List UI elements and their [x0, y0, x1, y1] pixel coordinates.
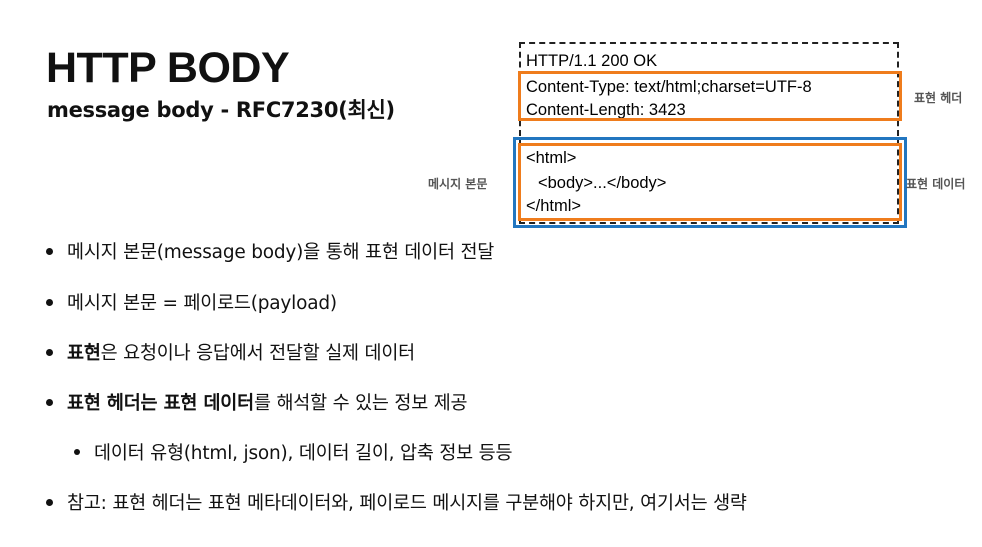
- sub-bullet-item: 데이터 유형(html, json), 데이터 길이, 압축 정보 등등: [74, 440, 513, 468]
- bullet-text: 메시지 본문(message body)을 통해 표현 데이터 전달: [67, 242, 495, 263]
- bullet-text: 참고: 표현 헤더는 표현 메타데이터와, 페이로드 메시지를 구분해야 하지만…: [67, 493, 747, 514]
- bullet-dot: [46, 348, 53, 356]
- bullet-text: 메시지 본문 = 페이로드(payload): [67, 293, 337, 314]
- bullet-bold-text: 표현 헤더는 표현 데이터: [67, 393, 254, 414]
- bullet-dot: [46, 398, 53, 406]
- bullet-dot: [46, 298, 53, 306]
- bullet-text: 은 요청이나 응답에서 전달할 실제 데이터: [100, 343, 416, 364]
- bullet-text: 데이터 유형(html, json), 데이터 길이, 압축 정보 등등: [94, 443, 513, 464]
- bullet-bold-text: 표현: [67, 343, 101, 364]
- bullet-item: 표현은 요청이나 응답에서 전달할 실제 데이터: [46, 340, 415, 368]
- bullet-item: 메시지 본문(message body)을 통해 표현 데이터 전달: [46, 239, 494, 267]
- bullet-item: 메시지 본문 = 페이로드(payload): [46, 290, 337, 318]
- bullet-dot: [46, 247, 53, 255]
- bullet-item: 참고: 표현 헤더는 표현 메타데이터와, 페이로드 메시지를 구분해야 하지만…: [46, 490, 747, 518]
- bullet-text: 를 해석할 수 있는 정보 제공: [253, 393, 468, 414]
- bullet-item: 표현 헤더는 표현 데이터를 해석할 수 있는 정보 제공: [46, 390, 468, 418]
- bullet-list: 메시지 본문(message body)을 통해 표현 데이터 전달 메시지 본…: [0, 0, 982, 547]
- bullet-dot: [74, 449, 80, 455]
- bullet-dot: [46, 498, 53, 506]
